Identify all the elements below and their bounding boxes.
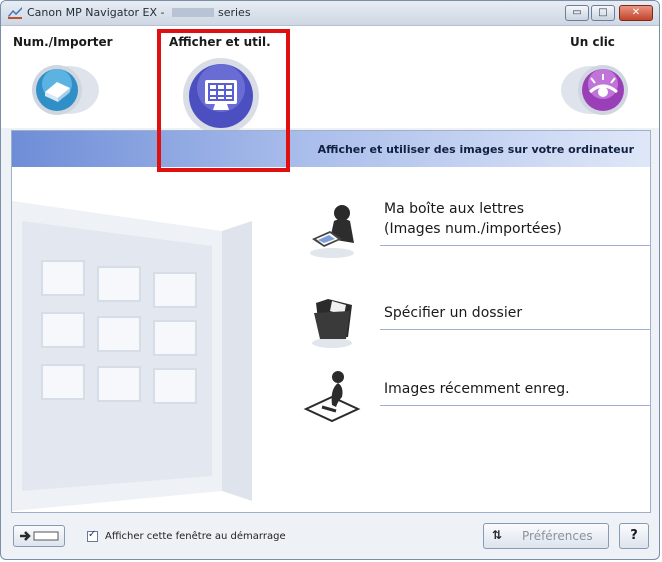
mode-button-oneclick[interactable]: [557, 58, 637, 118]
entry-folder-underline: [380, 329, 650, 330]
help-label: ?: [630, 528, 638, 543]
minimize-button[interactable]: ▭: [565, 5, 589, 21]
entry-recent[interactable]: Images récemment enreg.: [302, 367, 650, 427]
mode-label-scan: Num./Importer: [13, 35, 113, 49]
app-icon: [8, 7, 22, 19]
close-button[interactable]: ✕: [619, 5, 653, 21]
title-bar: Canon MP Navigator EX - series ▭ □ ✕: [1, 1, 659, 26]
recent-images-icon: [303, 371, 361, 423]
redacted-model: [171, 8, 214, 17]
folder-icon: [312, 299, 352, 348]
background-monitor-illustration: [12, 201, 252, 511]
preferences-icon: ⇅: [492, 528, 503, 542]
entry-recent-label: Images récemment enreg.: [384, 381, 570, 397]
entry-recent-underline: [380, 405, 650, 406]
mode-button-scan[interactable]: [23, 58, 103, 118]
entry-mailbox-underline: [380, 245, 650, 246]
window-title: Canon MP Navigator EX - series: [27, 6, 251, 19]
entry-folder-label: Spécifier un dossier: [384, 305, 523, 321]
show-at-startup-checkbox[interactable]: ✓: [87, 529, 98, 542]
help-button[interactable]: ?: [619, 523, 649, 549]
mode-label-oneclick: Un clic: [570, 35, 615, 49]
panel-header: Afficher et utiliser des images sur votr…: [12, 131, 650, 167]
preferences-button[interactable]: ⇅ Préférences: [483, 523, 609, 549]
arrow-right-icon: [20, 531, 59, 541]
entry-folder[interactable]: Spécifier un dossier: [302, 291, 650, 351]
footer-bar: ✓ Afficher cette fenêtre au démarrage ⇅ …: [1, 515, 659, 559]
show-at-startup-label: Afficher cette fenêtre au démarrage: [105, 531, 286, 542]
mode-bar: Num./Importer Afficher et util. Un clic: [1, 26, 659, 153]
one-click-icon: [561, 65, 628, 115]
scanner-icon: [32, 65, 99, 115]
view-use-panel: Afficher et utiliser des images sur votr…: [11, 130, 651, 513]
maximize-button[interactable]: □: [591, 5, 615, 21]
panel-title: Afficher et utiliser des images sur votr…: [317, 143, 634, 156]
mailbox-person-icon: [310, 205, 354, 258]
app-window: Canon MP Navigator EX - series ▭ □ ✕ Num…: [0, 0, 660, 560]
entry-mailbox-label: Ma boîte aux lettres (Images num./import…: [384, 201, 562, 237]
switch-mode-button[interactable]: [13, 525, 65, 547]
entry-mailbox[interactable]: Ma boîte aux lettres (Images num./import…: [302, 199, 650, 269]
mode-label-view: Afficher et util.: [169, 35, 271, 49]
preferences-label: Préférences: [522, 529, 593, 543]
